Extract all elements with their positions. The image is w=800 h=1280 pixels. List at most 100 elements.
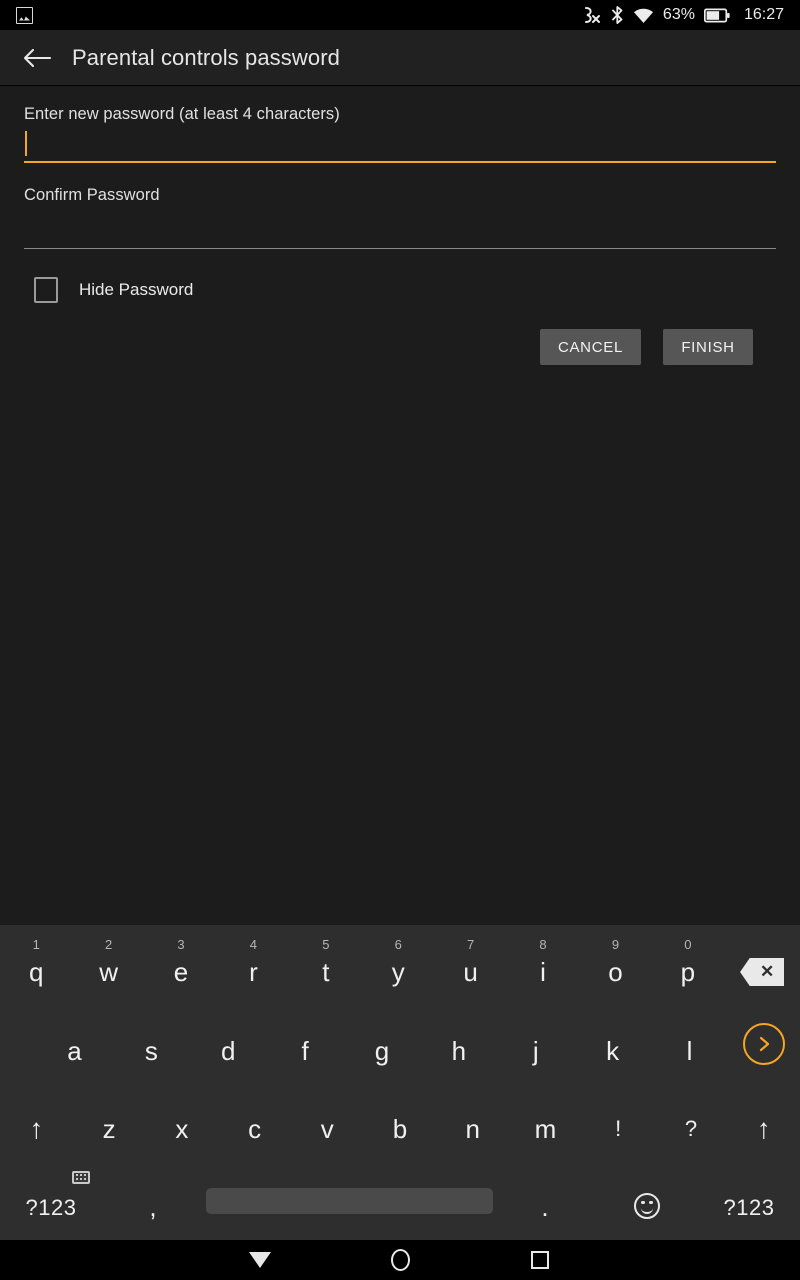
key-h[interactable]: h	[420, 1005, 497, 1083]
key-j[interactable]: j	[497, 1005, 574, 1083]
key-hint: 0	[684, 937, 692, 952]
key-hint: 4	[249, 937, 258, 952]
shift-glyph: ↑	[29, 1113, 44, 1144]
hide-password-row[interactable]: Hide Password	[24, 273, 776, 307]
confirm-password-input[interactable]	[24, 205, 776, 249]
key-label: j	[532, 1035, 539, 1066]
key-hint: 9	[611, 937, 620, 952]
keyboard-row-4: ?123 , . ?123	[0, 1161, 800, 1240]
key-label: !	[615, 1116, 622, 1141]
status-bar: 63% 16:27	[0, 0, 800, 30]
bluetooth-icon	[612, 6, 623, 24]
keyboard-row-2: a s d f g h j k l	[0, 1005, 800, 1083]
nav-home-circle-icon[interactable]	[377, 1240, 423, 1280]
dialog-button-row: CANCEL FINISH	[24, 329, 776, 365]
key-z[interactable]: z	[73, 1083, 146, 1161]
key-g[interactable]: g	[344, 1005, 421, 1083]
key-hint: 8	[539, 937, 547, 952]
key-label: y	[391, 956, 405, 987]
battery-percent-label: 63%	[662, 6, 695, 23]
status-bar-system-icons: 63% 16:27	[582, 6, 784, 24]
shift-up-icon-right[interactable]: ↑	[727, 1083, 800, 1161]
key-label: .	[541, 1192, 549, 1222]
key-u[interactable]: 7 u	[434, 925, 506, 1005]
key-label: m	[534, 1113, 557, 1144]
key-label: p	[680, 956, 696, 987]
hide-password-checkbox[interactable]	[34, 277, 58, 303]
chevron-right-enter-icon[interactable]	[728, 1023, 800, 1065]
finish-button[interactable]: FINISH	[663, 329, 753, 365]
arrow-back-icon[interactable]	[10, 31, 64, 85]
emoji-glyph	[634, 1192, 660, 1219]
key-p[interactable]: 0 p	[652, 925, 724, 1005]
key-label: h	[451, 1035, 467, 1066]
key-s[interactable]: s	[113, 1005, 190, 1083]
main-content: Enter new password (at least 4 character…	[0, 87, 800, 925]
keyboard-row-1: 1 q 2 w 3 e 4 r 5 t 6 y 7 u 8 i 9 o 0 p …	[0, 925, 800, 1005]
key-label: e	[173, 956, 189, 987]
key-y[interactable]: 6 y	[362, 925, 434, 1005]
key-b[interactable]: b	[364, 1083, 437, 1161]
key-label: g	[374, 1035, 390, 1066]
nav-recents-square-icon[interactable]	[517, 1240, 563, 1280]
key-label: o	[608, 956, 623, 987]
nav-back-triangle-icon[interactable]	[237, 1240, 283, 1280]
key-label: z	[102, 1113, 116, 1144]
key-x[interactable]: x	[145, 1083, 218, 1161]
enter-circle	[743, 1023, 786, 1065]
key-d[interactable]: d	[190, 1005, 267, 1083]
key-t[interactable]: 5 t	[290, 925, 362, 1005]
confirm-password-label: Confirm Password	[24, 186, 160, 204]
page-title: Parental controls password	[72, 44, 340, 70]
key-label: x	[175, 1113, 189, 1144]
key-hint: 2	[104, 937, 113, 952]
key-label: i	[540, 956, 546, 987]
new-password-label: Enter new password (at least 4 character…	[24, 105, 340, 123]
key-v[interactable]: v	[291, 1083, 364, 1161]
key-e[interactable]: 3 e	[145, 925, 217, 1005]
key-label: t	[322, 956, 330, 987]
key-question[interactable]: ?	[655, 1083, 728, 1161]
key-l[interactable]: l	[651, 1005, 728, 1083]
text-caret	[25, 131, 27, 156]
key-r[interactable]: 4 r	[217, 925, 289, 1005]
key-q[interactable]: 1 q	[0, 925, 72, 1005]
nav-back-glyph	[249, 1252, 271, 1268]
key-i[interactable]: 8 i	[507, 925, 579, 1005]
key-n[interactable]: n	[436, 1083, 509, 1161]
spacebar-surface	[205, 1187, 493, 1214]
key-k[interactable]: k	[574, 1005, 651, 1083]
cancel-button[interactable]: CANCEL	[539, 329, 641, 365]
key-hint: 7	[467, 937, 475, 952]
key-label: b	[392, 1113, 408, 1144]
symbols-key-right[interactable]: ?123	[698, 1161, 800, 1240]
key-comma[interactable]: ,	[72, 1161, 204, 1240]
key-o[interactable]: 9 o	[579, 925, 651, 1005]
key-hint: 6	[394, 937, 402, 952]
key-label: r	[249, 956, 258, 987]
key-period[interactable]: .	[494, 1161, 596, 1240]
confirm-password-field-group: Confirm Password	[24, 186, 776, 249]
status-bar-notifications	[16, 6, 33, 24]
arrow-back-glyph	[23, 48, 52, 67]
key-label: ?	[684, 1116, 698, 1141]
shift-up-icon-left[interactable]: ↑	[0, 1083, 73, 1161]
key-hint: 5	[322, 937, 330, 952]
key-hint: 1	[32, 937, 40, 952]
key-label: n	[465, 1113, 480, 1144]
spacebar-key[interactable]	[204, 1187, 494, 1214]
key-label: k	[606, 1035, 620, 1066]
key-exclamation[interactable]: !	[582, 1083, 655, 1161]
key-w[interactable]: 2 w	[72, 925, 144, 1005]
key-m[interactable]: m	[509, 1083, 582, 1161]
new-password-input[interactable]	[24, 124, 776, 163]
key-label: q	[28, 956, 44, 987]
key-c[interactable]: c	[218, 1083, 291, 1161]
key-f[interactable]: f	[267, 1005, 344, 1083]
key-a[interactable]: a	[36, 1005, 113, 1083]
system-navigation-bar	[0, 1240, 800, 1280]
shift-glyph: ↑	[756, 1113, 771, 1144]
key-label: c	[248, 1113, 262, 1144]
emoji-smiley-icon[interactable]	[596, 1161, 698, 1240]
backspace-icon[interactable]: ✕	[724, 958, 800, 986]
